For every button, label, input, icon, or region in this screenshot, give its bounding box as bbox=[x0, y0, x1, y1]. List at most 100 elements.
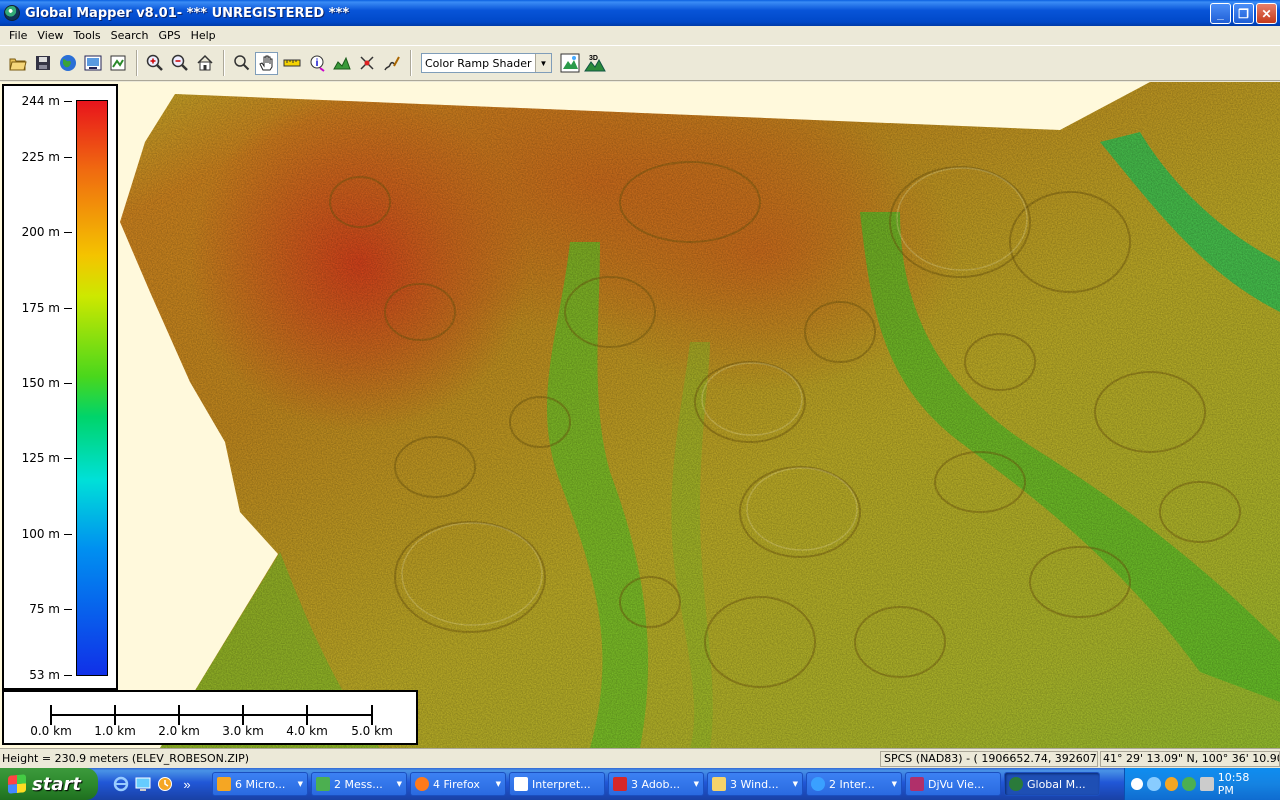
shader-select-value: Color Ramp Shader bbox=[425, 56, 532, 70]
chevron-more-icon[interactable]: » bbox=[178, 775, 196, 793]
tray-arrow-icon[interactable] bbox=[1131, 778, 1143, 790]
path-profile-icon bbox=[332, 56, 351, 70]
scale-tick bbox=[50, 705, 52, 725]
menu-gps[interactable]: GPS bbox=[153, 29, 185, 42]
status-height: Height = 230.9 meters (ELEV_ROBESON.ZIP) bbox=[2, 752, 250, 765]
globe-button[interactable] bbox=[56, 52, 79, 75]
menu-file[interactable]: File bbox=[4, 29, 32, 42]
draw-icon bbox=[383, 56, 400, 71]
status-bar: Height = 230.9 meters (ELEV_ROBESON.ZIP)… bbox=[0, 748, 1280, 768]
chevron-down-icon[interactable]: ▼ bbox=[535, 54, 551, 72]
task-button-active[interactable]: Global M... bbox=[1004, 772, 1100, 796]
measure-button[interactable] bbox=[280, 52, 303, 75]
microsoft-app-icon bbox=[217, 777, 231, 791]
chevron-down-icon: ▼ bbox=[297, 780, 303, 788]
scale-bar: 0.0 km 1.0 km 2.0 km 3.0 km 4.0 km 5.0 k… bbox=[2, 690, 418, 745]
clock-app-icon[interactable] bbox=[1164, 777, 1179, 791]
menu-search[interactable]: Search bbox=[106, 29, 154, 42]
desktop-icon[interactable] bbox=[134, 775, 152, 793]
taskbar: start » 6 Micro... ▼ 2 Mess... ▼ 4 Firefox… bbox=[0, 768, 1280, 800]
adobe-icon bbox=[613, 777, 627, 791]
firefox-icon bbox=[415, 777, 429, 791]
menu-tools[interactable]: Tools bbox=[69, 29, 106, 42]
global-mapper-icon bbox=[1009, 777, 1023, 791]
start-label: start bbox=[32, 773, 81, 795]
minimize-icon: _ bbox=[1217, 6, 1224, 21]
task-button[interactable]: 6 Micro... ▼ bbox=[212, 772, 308, 796]
export-icon bbox=[110, 55, 125, 71]
task-button[interactable]: 3 Wind... ▼ bbox=[707, 772, 803, 796]
clock-app-icon[interactable] bbox=[156, 775, 174, 793]
minimize-button[interactable]: _ bbox=[1210, 3, 1231, 24]
scale-label: 4.0 km bbox=[286, 724, 328, 738]
task-button[interactable]: DjVu Vie... bbox=[905, 772, 1001, 796]
shader-select[interactable]: Color Ramp Shader ▼ bbox=[421, 53, 552, 73]
pan-tool-button[interactable] bbox=[255, 51, 278, 75]
svg-text:i: i bbox=[315, 58, 318, 69]
maximize-button[interactable]: ❐ bbox=[1233, 3, 1254, 24]
scale-label: 0.0 km bbox=[30, 724, 72, 738]
3d-view-button[interactable]: 3D bbox=[583, 52, 606, 75]
chevron-down-icon: ▼ bbox=[693, 780, 699, 788]
home-button[interactable] bbox=[193, 52, 216, 75]
start-button[interactable]: start bbox=[0, 768, 98, 800]
legend-tick: 225 m bbox=[4, 150, 72, 164]
zoom-tool-button[interactable] bbox=[230, 52, 253, 75]
zoom-in-button[interactable] bbox=[143, 52, 166, 75]
open-icon bbox=[8, 58, 27, 71]
digitizer-button[interactable] bbox=[355, 52, 378, 75]
svg-text:3D: 3D bbox=[589, 55, 598, 62]
image-shade-icon bbox=[560, 53, 579, 73]
elevation-map[interactable] bbox=[0, 82, 1280, 748]
save-icon bbox=[35, 56, 50, 70]
close-button[interactable]: ✕ bbox=[1256, 3, 1277, 24]
export-button[interactable] bbox=[106, 52, 129, 75]
task-button[interactable]: 3 Adob... ▼ bbox=[608, 772, 704, 796]
scale-label: 3.0 km bbox=[222, 724, 264, 738]
task-button[interactable]: 4 Firefox ▼ bbox=[410, 772, 506, 796]
messenger-icon bbox=[316, 777, 330, 791]
image-shade-button[interactable] bbox=[558, 52, 581, 75]
toolbar-separator bbox=[223, 50, 225, 76]
task-button[interactable]: 2 Mess... ▼ bbox=[311, 772, 407, 796]
internet-explorer-icon[interactable] bbox=[112, 775, 130, 793]
internet-explorer-icon bbox=[811, 777, 825, 791]
status-lat-lon: 41° 29' 13.09" N, 100° 36' 10.90" W bbox=[1100, 750, 1280, 767]
legend-tick: 100 m bbox=[4, 527, 72, 541]
measure-icon bbox=[283, 59, 300, 67]
legend-tick: 75 m bbox=[4, 602, 72, 616]
pan-hand-icon bbox=[258, 55, 272, 71]
feature-info-button[interactable]: i bbox=[305, 52, 328, 75]
scale-tick bbox=[306, 705, 308, 725]
menu-view[interactable]: View bbox=[32, 29, 68, 42]
globe-icon bbox=[59, 55, 76, 71]
title-bar: Global Mapper v8.01- *** UNREGISTERED **… bbox=[0, 0, 1280, 26]
legend-tick: 175 m bbox=[4, 301, 72, 315]
chevron-down-icon: ▼ bbox=[495, 780, 501, 788]
task-button[interactable]: Interpret... bbox=[509, 772, 605, 796]
legend-tick: 125 m bbox=[4, 451, 72, 465]
config-button[interactable] bbox=[81, 52, 104, 75]
draw-button[interactable] bbox=[380, 52, 403, 75]
quick-launch: » bbox=[112, 775, 212, 793]
legend-tick: 244 m bbox=[4, 94, 72, 108]
path-profile-button[interactable] bbox=[330, 52, 353, 75]
clock: 10:58 PM bbox=[1217, 771, 1250, 797]
zoom-out-button[interactable] bbox=[168, 52, 191, 75]
network-icon[interactable] bbox=[1146, 777, 1161, 791]
menu-help[interactable]: Help bbox=[186, 29, 221, 42]
toolbar-separator bbox=[136, 50, 138, 76]
config-icon bbox=[84, 55, 101, 71]
restore-icon: ❐ bbox=[1238, 6, 1249, 21]
save-button[interactable] bbox=[31, 52, 54, 75]
elevation-legend: 244 m 225 m 200 m 175 m 150 m 125 m 100 … bbox=[2, 84, 118, 690]
monitor-icon[interactable] bbox=[1199, 777, 1214, 791]
feature-info-icon: i bbox=[310, 55, 325, 72]
scale-tick bbox=[178, 705, 180, 725]
scale-label: 2.0 km bbox=[158, 724, 200, 738]
map-view[interactable]: 244 m 225 m 200 m 175 m 150 m 125 m 100 … bbox=[0, 82, 1280, 748]
task-button[interactable]: 2 Inter... ▼ bbox=[806, 772, 902, 796]
messenger-icon[interactable] bbox=[1182, 777, 1196, 791]
global-mapper-app-icon[interactable] bbox=[4, 5, 20, 21]
open-button[interactable] bbox=[6, 52, 29, 75]
